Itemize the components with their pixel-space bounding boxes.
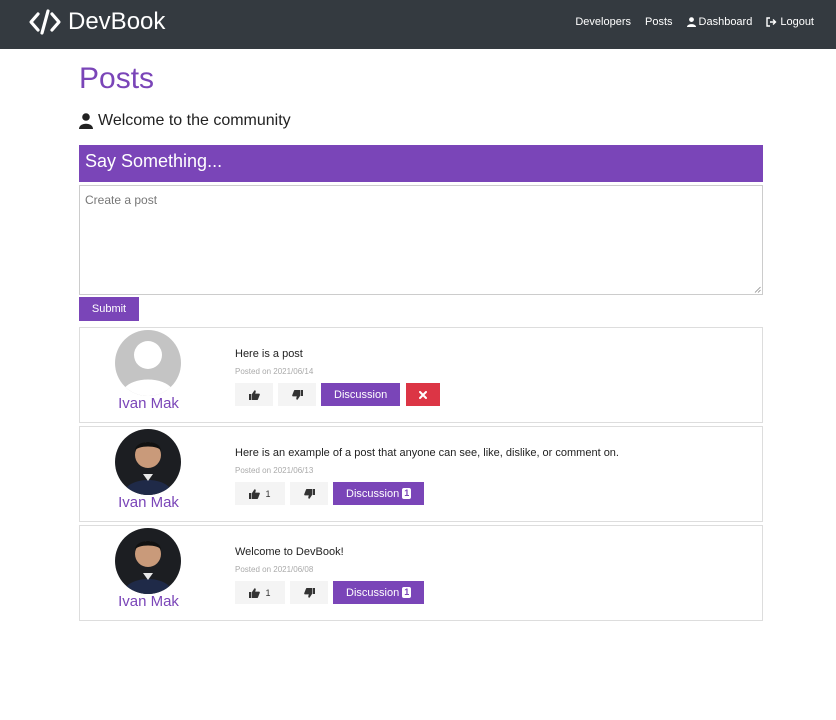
post-author[interactable]: Ivan Mak (80, 593, 217, 610)
delete-button[interactable] (406, 383, 441, 406)
nav-dashboard[interactable]: Dashboard (686, 16, 753, 28)
nav-posts[interactable]: Posts (645, 16, 673, 28)
profile-photo-icon (115, 528, 181, 594)
post-text: Here is a post (235, 348, 303, 360)
post-text: Welcome to DevBook! (235, 546, 344, 558)
nav-logout-label: Logout (780, 16, 814, 28)
resize-grip-icon[interactable] (754, 286, 761, 293)
nav-developers[interactable]: Developers (575, 16, 631, 28)
post-text: Here is an example of a post that anyone… (235, 447, 619, 459)
post-actions: 1 Discussion 1 (235, 482, 430, 505)
discussion-label: Discussion (346, 487, 400, 500)
thumbs-down-icon (303, 587, 315, 598)
thumbs-up-icon (248, 389, 260, 400)
post-item: Ivan Mak Welcome to DevBook! Posted on 2… (79, 525, 763, 621)
user-icon (79, 113, 93, 129)
lead-text: Welcome to the community (98, 112, 291, 129)
post-form-header: Say Something... (79, 145, 763, 182)
comment-count-badge: 1 (402, 587, 412, 598)
post-date: Posted on 2021/06/08 (235, 565, 314, 574)
post-actions: Discussion (235, 383, 441, 406)
like-button[interactable]: 1 (235, 581, 285, 604)
page-lead: Welcome to the community (79, 112, 291, 130)
post-textarea[interactable] (79, 185, 763, 295)
thumbs-up-icon (249, 488, 261, 499)
close-icon (419, 390, 428, 399)
discussion-button[interactable]: Discussion (321, 383, 401, 406)
post-author[interactable]: Ivan Mak (80, 494, 217, 511)
default-avatar-icon (115, 330, 181, 396)
avatar[interactable] (115, 330, 181, 396)
sign-out-icon (766, 17, 777, 27)
like-count: 1 (265, 488, 271, 499)
code-icon (29, 9, 61, 35)
dislike-button[interactable] (290, 581, 328, 604)
discussion-label: Discussion (346, 586, 400, 599)
user-icon (686, 17, 696, 27)
post-date: Posted on 2021/06/14 (235, 367, 314, 376)
like-button[interactable] (235, 383, 273, 406)
post-date: Posted on 2021/06/13 (235, 466, 314, 475)
nav-logout[interactable]: Logout (766, 16, 814, 28)
post-actions: 1 Discussion 1 (235, 581, 430, 604)
discussion-label: Discussion (334, 388, 388, 401)
thumbs-down-icon (291, 389, 303, 400)
discussion-button[interactable]: Discussion 1 (333, 482, 425, 505)
thumbs-down-icon (303, 488, 315, 499)
comment-count-badge: 1 (402, 488, 412, 499)
page-title: Posts (79, 62, 155, 95)
avatar[interactable] (115, 429, 181, 495)
discussion-button[interactable]: Discussion 1 (333, 581, 425, 604)
profile-photo-icon (115, 429, 181, 495)
like-count: 1 (265, 587, 271, 598)
submit-button[interactable]: Submit (79, 297, 139, 321)
brand-name: DevBook (68, 8, 166, 35)
navbar: DevBook Developers Posts Dashboard Logou… (0, 0, 836, 49)
brand-link[interactable]: DevBook (28, 7, 165, 37)
post-item: Ivan Mak Here is an example of a post th… (79, 426, 763, 522)
dislike-button[interactable] (290, 482, 328, 505)
thumbs-up-icon (249, 587, 261, 598)
avatar[interactable] (115, 528, 181, 594)
like-button[interactable]: 1 (235, 482, 285, 505)
post-author[interactable]: Ivan Mak (80, 395, 217, 412)
nav-links: Developers Posts Dashboard Logout (561, 0, 814, 44)
nav-dashboard-label: Dashboard (698, 16, 753, 28)
dislike-button[interactable] (278, 383, 316, 406)
post-item: Ivan Mak Here is a post Posted on 2021/0… (79, 327, 763, 423)
